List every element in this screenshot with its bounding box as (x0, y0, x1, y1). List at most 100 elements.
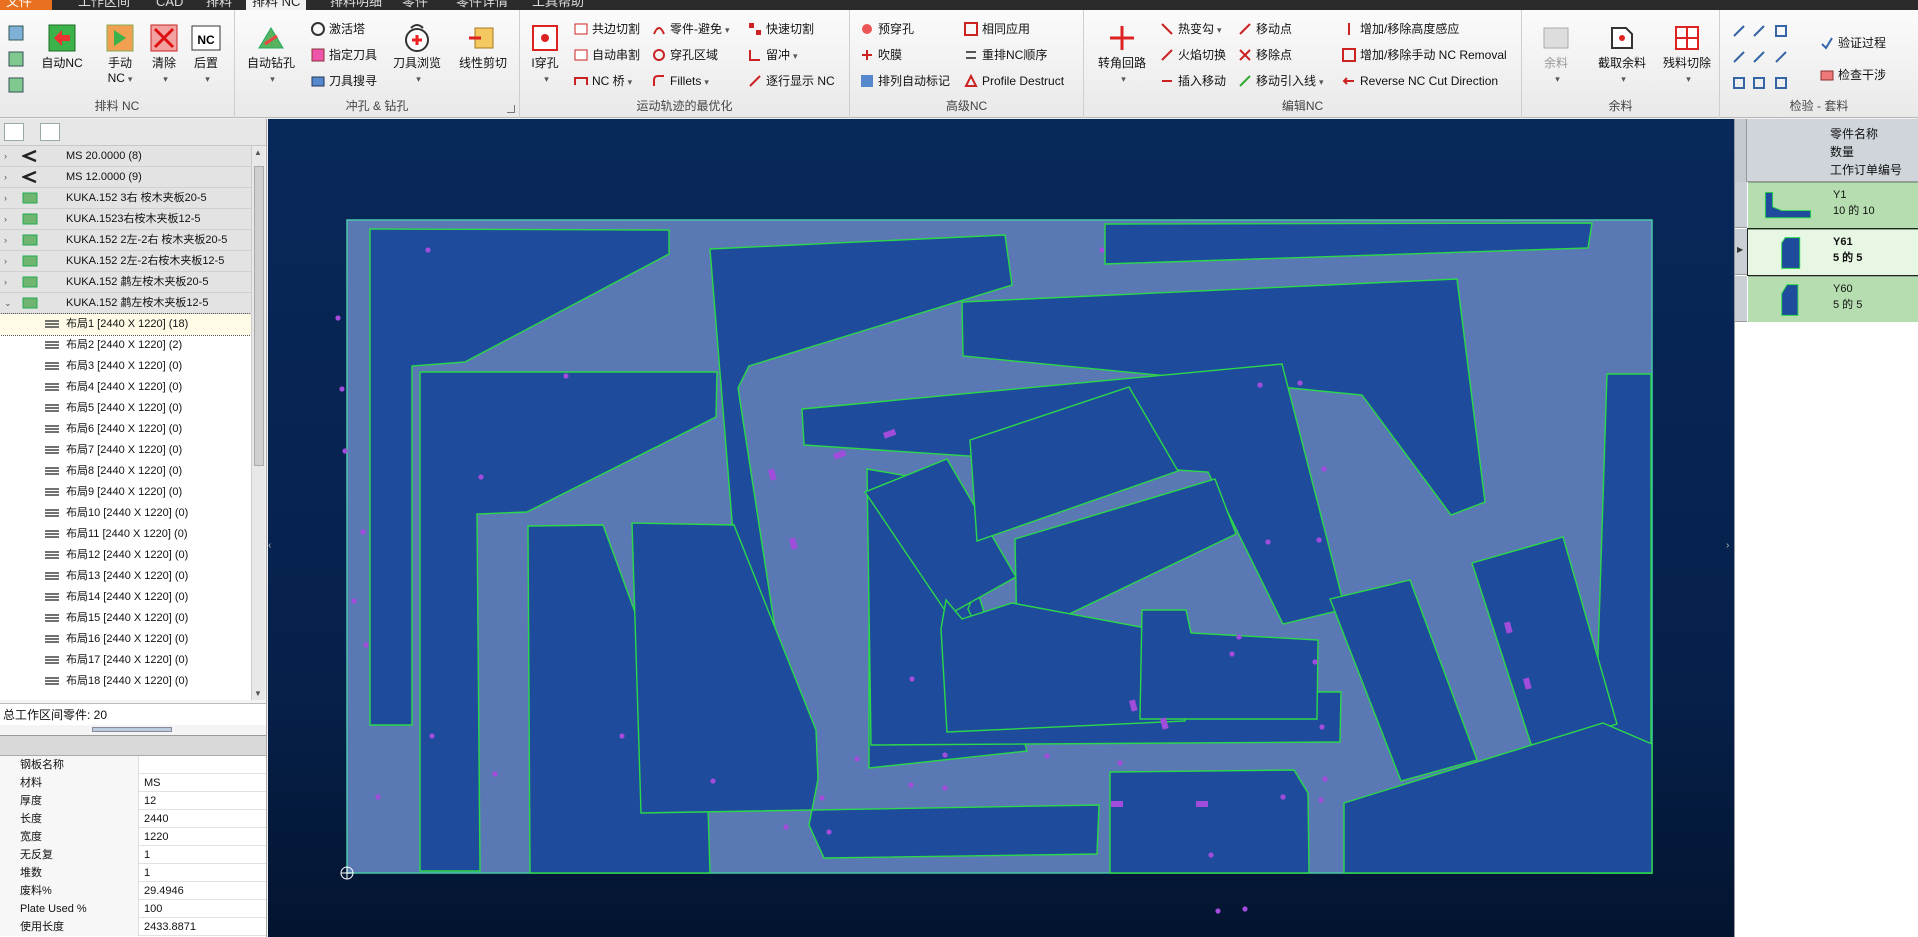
tree-material-item[interactable]: › KUKA.152 2左-2右桉木夹板12-5 (0, 251, 251, 272)
property-row[interactable]: 厚度 12 (0, 792, 266, 810)
tree-layout-item[interactable]: 布局4 [2440 X 1220] (0) (0, 377, 251, 398)
right-collapse-arrow[interactable]: › (1726, 540, 1729, 551)
tree-view-icon[interactable] (4, 123, 24, 141)
tree-layout-item[interactable]: 布局5 [2440 X 1220] (0) (0, 398, 251, 419)
pre-pierce-button[interactable]: 预穿孔 (860, 20, 914, 38)
verify-tool-icons[interactable] (1732, 22, 1796, 92)
expand-arrow-icon[interactable]: › (4, 146, 7, 167)
tab-parts[interactable]: 零件 (396, 0, 434, 10)
tool-browse-button[interactable]: 刀具浏览 ▾ (385, 22, 449, 87)
profile-destruct-button[interactable]: Profile Destruct (964, 72, 1064, 90)
nc-bridge-button[interactable]: NC 桥 ▾ (574, 72, 632, 90)
move-leadin-button[interactable]: 移动引入线 ▾ (1238, 72, 1324, 90)
hot-change-button[interactable]: 热变勾 ▾ (1160, 20, 1222, 38)
rearrange-nc-button[interactable]: 重排NC顺序 (964, 46, 1047, 64)
part-card[interactable]: Y60 5 的 5 (1748, 276, 1918, 322)
tree-layout-item[interactable]: 布局7 [2440 X 1220] (0) (0, 440, 251, 461)
fillets-button[interactable]: Fillets ▾ (652, 72, 709, 90)
tree-layout-item[interactable]: 布局14 [2440 X 1220] (0) (0, 587, 251, 608)
property-row[interactable]: Plate Used % 100 (0, 900, 266, 918)
tree-layout-item[interactable]: 布局18 [2440 X 1220] (0) (0, 671, 251, 692)
part-row-gutter[interactable] (1735, 276, 1747, 322)
tab-nesting-nc[interactable]: 排料 NC (246, 0, 307, 10)
auto-nc-button[interactable]: 自动NC (36, 22, 88, 71)
tree-material-item[interactable]: › KUKA.152 3右 桉木夹板20-5 (0, 188, 251, 209)
property-value[interactable]: 100 (144, 900, 162, 918)
tree-layout-item[interactable]: 布局12 [2440 X 1220] (0) (0, 545, 251, 566)
tab-nesting-details[interactable]: 排料明细 (324, 0, 388, 10)
manual-removal-button[interactable]: 增加/移除手动 NC Removal (1342, 46, 1507, 64)
tree-layout-item[interactable]: 布局10 [2440 X 1220] (0) (0, 503, 251, 524)
same-apply-button[interactable]: 相同应用 (964, 20, 1030, 38)
expand-arrow-icon[interactable]: › (4, 272, 7, 293)
panel-splitter[interactable] (92, 727, 172, 732)
property-value[interactable]: 2440 (144, 810, 168, 828)
property-row[interactable]: 无反复 1 (0, 846, 266, 864)
nested-part[interactable] (1109, 769, 1310, 874)
property-value[interactable]: 12 (144, 792, 156, 810)
tool-search-button[interactable]: 刀具搜寻 (311, 72, 377, 90)
tree-layout-item[interactable]: 布局9 [2440 X 1220] (0) (0, 482, 251, 503)
part-avoid-button[interactable]: 零件-避免 ▾ (652, 20, 730, 38)
expand-arrow-icon[interactable]: › (4, 188, 7, 209)
tree-material-item[interactable]: › MS 12.0000 (9) (0, 167, 251, 188)
activate-tower-button[interactable]: 激活塔 (311, 20, 365, 38)
auto-drill-button[interactable]: 自动钻孔 ▾ (245, 22, 297, 87)
tab-nesting[interactable]: 排料 (200, 0, 238, 10)
part-row-gutter[interactable]: ▶ (1735, 229, 1747, 275)
flame-cut-button[interactable]: 火焰切换 (1160, 46, 1226, 64)
move-point-button[interactable]: 移动点 (1238, 20, 1292, 38)
linear-cut-button[interactable]: 线性剪切 (453, 22, 513, 71)
expand-arrow-icon[interactable]: › (4, 230, 7, 251)
remnant-cut-button[interactable]: 残料切除 ▾ (1656, 22, 1718, 87)
tree-layout-item[interactable]: 布局16 [2440 X 1220] (0) (0, 629, 251, 650)
part-row-gutter[interactable] (1735, 182, 1747, 228)
remnant-button[interactable]: 余料 ▾ (1526, 22, 1586, 87)
tab-part-details[interactable]: 零件详情 (450, 0, 514, 10)
property-row[interactable]: 废料% 29.4946 (0, 882, 266, 900)
auto-mark-button[interactable]: 排列自动标记 (860, 72, 950, 90)
property-row[interactable]: 材料 MS (0, 774, 266, 792)
tree-layout-item[interactable]: 布局11 [2440 X 1220] (0) (0, 524, 251, 545)
small-sheet-icons[interactable] (8, 24, 26, 94)
tab-file[interactable]: 文件 (0, 0, 52, 10)
tree-layout-item[interactable]: 布局8 [2440 X 1220] (0) (0, 461, 251, 482)
expand-arrow-icon[interactable]: ⌄ (4, 293, 12, 314)
expand-arrow-icon[interactable]: › (4, 167, 7, 188)
part-card[interactable]: Y1 10 的 10 (1748, 182, 1918, 228)
remove-point-button[interactable]: 移除点 (1238, 46, 1292, 64)
tree-material-item[interactable]: › KUKA.152 鹔左桉木夹板20-5 (0, 272, 251, 293)
nesting-canvas[interactable] (268, 119, 1734, 937)
quick-cut-button[interactable]: 快速切割 (748, 20, 814, 38)
expand-arrow-icon[interactable]: › (4, 251, 7, 272)
tree-layout-item[interactable]: 布局1 [2440 X 1220] (18) (0, 313, 251, 336)
tree-scrollbar[interactable]: ▲ ▼ (251, 146, 265, 700)
property-row[interactable]: 宽度 1220 (0, 828, 266, 846)
tree-layout-item[interactable]: 布局13 [2440 X 1220] (0) (0, 566, 251, 587)
check-interfere-button[interactable]: 检查干涉 (1820, 66, 1886, 84)
tab-tools-help[interactable]: 工具帮助 (526, 0, 590, 10)
tree-material-item[interactable]: ⌄ KUKA.152 鹔左桉木夹板12-5 (0, 293, 251, 314)
expand-arrow-icon[interactable]: › (4, 209, 7, 230)
verify-process-button[interactable]: 验证过程 (1820, 34, 1886, 52)
common-cut-button[interactable]: 共边切割 (574, 20, 640, 38)
tree-layout-item[interactable]: 布局15 [2440 X 1220] (0) (0, 608, 251, 629)
property-value[interactable]: MS (144, 774, 161, 792)
property-value[interactable]: 29.4946 (144, 882, 184, 900)
assign-tool-button[interactable]: 指定刀具 (311, 46, 377, 64)
insert-move-button[interactable]: 插入移动 (1160, 72, 1226, 90)
step-display-button[interactable]: 逐行显示 NC (748, 72, 835, 90)
pierce-area-button[interactable]: 穿孔区域 (652, 46, 718, 64)
layout-view-icon[interactable] (40, 123, 60, 141)
tree-scroll-thumb[interactable] (254, 166, 264, 466)
tree-layout-item[interactable]: 布局2 [2440 X 1220] (2) (0, 335, 251, 356)
property-value[interactable]: 1 (144, 864, 150, 882)
pierce-button[interactable]: I穿孔 ▾ (524, 22, 566, 87)
property-row[interactable]: 堆数 1 (0, 864, 266, 882)
blow-button[interactable]: 吹膜 (860, 46, 902, 64)
tree-layout-item[interactable]: 布局3 [2440 X 1220] (0) (0, 356, 251, 377)
property-row[interactable]: 使用长度 2433.8871 (0, 918, 266, 936)
property-value[interactable]: 1220 (144, 828, 168, 846)
part-card[interactable]: Y61 5 的 5 (1747, 228, 1918, 276)
left-collapse-arrow[interactable]: ‹ (268, 540, 271, 551)
